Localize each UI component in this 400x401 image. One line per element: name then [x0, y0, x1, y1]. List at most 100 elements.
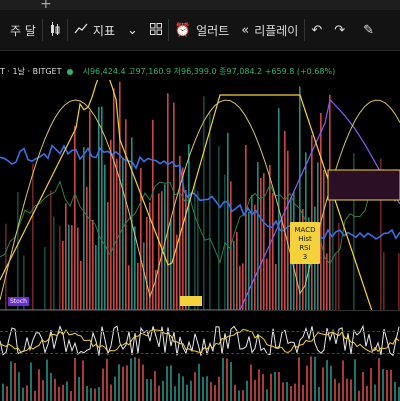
candle-bar	[299, 86, 301, 310]
candle-bar	[203, 96, 205, 310]
replay-button[interactable]: « 리플레이	[235, 10, 304, 50]
candle-bar	[275, 263, 277, 310]
oscillator-histogram-bar	[286, 382, 288, 401]
redo-button[interactable]: ↷	[328, 10, 351, 50]
oscillator-histogram-bar	[110, 384, 112, 401]
candle-bar	[119, 81, 121, 310]
oscillator-histogram-bar	[78, 376, 80, 401]
oscillator-histogram-bar	[214, 384, 216, 401]
oscillator-histogram-bar	[262, 373, 264, 401]
interval-selector[interactable]: 주 달	[0, 10, 42, 50]
oscillator-histogram-bar	[66, 381, 68, 401]
oscillator-histogram-bar	[298, 357, 300, 401]
candle-bar	[65, 203, 67, 310]
candle-bar	[128, 265, 130, 310]
oscillator-histogram-bar	[282, 382, 284, 401]
candle-bar	[227, 132, 229, 310]
oscillator-canvas[interactable]	[0, 311, 400, 401]
indicator-templates-button[interactable]: ⌄	[121, 10, 144, 50]
undo-button[interactable]: ↶	[305, 10, 328, 50]
candle-bar	[98, 106, 100, 310]
candle-bar	[125, 119, 127, 310]
candle-bar	[122, 158, 124, 310]
candle-bar	[188, 144, 190, 310]
candle-bar	[170, 219, 172, 310]
oscillator-histogram-bar	[54, 378, 56, 401]
candle-bar	[59, 225, 61, 310]
candle-bar	[245, 145, 247, 310]
candle-bar	[185, 189, 187, 310]
chart-type-button[interactable]	[43, 10, 67, 50]
oscillator-histogram-bar	[394, 381, 396, 401]
alert-button[interactable]: ⏰ 얼러트	[169, 10, 235, 50]
macd-badge[interactable]: MACD Hist RSI 3	[290, 222, 320, 264]
candlestick-icon	[49, 21, 61, 39]
oscillator-histogram-bar	[42, 380, 44, 401]
candle-bar	[53, 216, 55, 310]
oscillator-histogram-bar	[190, 380, 192, 401]
oscillator-histogram-bar	[10, 361, 12, 401]
oscillator-histogram-bar	[222, 357, 224, 401]
price-chart-canvas[interactable]	[0, 80, 400, 310]
oscillator-pane[interactable]	[0, 310, 400, 401]
candle-bar	[86, 186, 88, 310]
oscillator-histogram-bar	[302, 384, 304, 401]
oscillator-histogram-bar	[238, 390, 240, 401]
oscillator-histogram-bar	[22, 387, 24, 401]
oscillator-histogram-bar	[358, 390, 360, 401]
candle-bar	[239, 265, 241, 310]
macd-badge-macd: MACD	[294, 226, 316, 234]
oscillator-histogram-bar	[314, 356, 316, 401]
symbol-name[interactable]: T · 1날 · BITGET	[0, 67, 61, 76]
oscillator-histogram-bar	[178, 373, 180, 401]
oscillator-histogram-bar	[258, 369, 260, 401]
candle-bar	[92, 219, 94, 310]
drawing-tools-button[interactable]: ✎	[357, 10, 380, 50]
oscillator-histogram-bar	[382, 369, 384, 401]
candle-bar	[152, 119, 154, 310]
market-status-dot	[67, 68, 74, 75]
oscillator-histogram-bar	[326, 360, 328, 401]
oscillator-histogram-bar	[242, 390, 244, 401]
candle-bar	[113, 88, 115, 310]
oscillator-histogram-bar	[362, 372, 364, 401]
indicators-button[interactable]: 지표	[68, 10, 121, 50]
oscillator-histogram-bar	[130, 358, 132, 401]
candle-bar	[332, 184, 334, 310]
candle-bar	[80, 260, 82, 310]
candle-bar	[254, 204, 256, 310]
symbol-legend: T · 1날 · BITGET 시96,424.4 고97,160.9 저96,…	[0, 66, 335, 80]
indicators-chart-icon	[74, 23, 88, 38]
yellow-marker-tag[interactable]	[180, 296, 202, 306]
candle-bar	[101, 106, 103, 310]
macd-badge-hist: Hist	[298, 235, 312, 243]
oscillator-histogram-bar	[146, 378, 148, 401]
candle-bar	[158, 193, 160, 310]
oscillator-histogram-bar	[14, 362, 16, 401]
oscillator-histogram-bar	[310, 356, 312, 401]
candle-bar	[248, 211, 250, 310]
macd-badge-rsi: RSI	[299, 244, 311, 252]
candle-bar	[329, 94, 331, 310]
candle-bar	[50, 190, 52, 310]
oscillator-histogram-bar	[62, 384, 64, 401]
candle-bar	[284, 130, 286, 310]
candle-bar	[17, 191, 19, 310]
oscillator-histogram-bar	[170, 365, 172, 401]
oscillator-histogram-bar	[158, 385, 160, 401]
stoch-badge[interactable]: Stoch	[8, 297, 29, 306]
oscillator-histogram-bar	[186, 384, 188, 401]
candle-bar	[236, 231, 238, 310]
oscillator-histogram-bar	[338, 383, 340, 401]
oscillator-histogram-bar	[318, 386, 320, 401]
oscillator-histogram-bar	[94, 388, 96, 401]
grid-layout-icon	[149, 22, 162, 38]
candle-bar	[107, 202, 109, 310]
price-chart-pane[interactable]	[0, 80, 400, 310]
pencil-icon: ✎	[363, 22, 375, 38]
layout-grid-button[interactable]	[144, 10, 168, 50]
oscillator-histogram-bar	[98, 386, 100, 401]
oscillator-histogram-bar	[226, 358, 228, 401]
oscillator-histogram-bar	[250, 364, 252, 401]
oscillator-histogram-bar	[34, 390, 36, 401]
